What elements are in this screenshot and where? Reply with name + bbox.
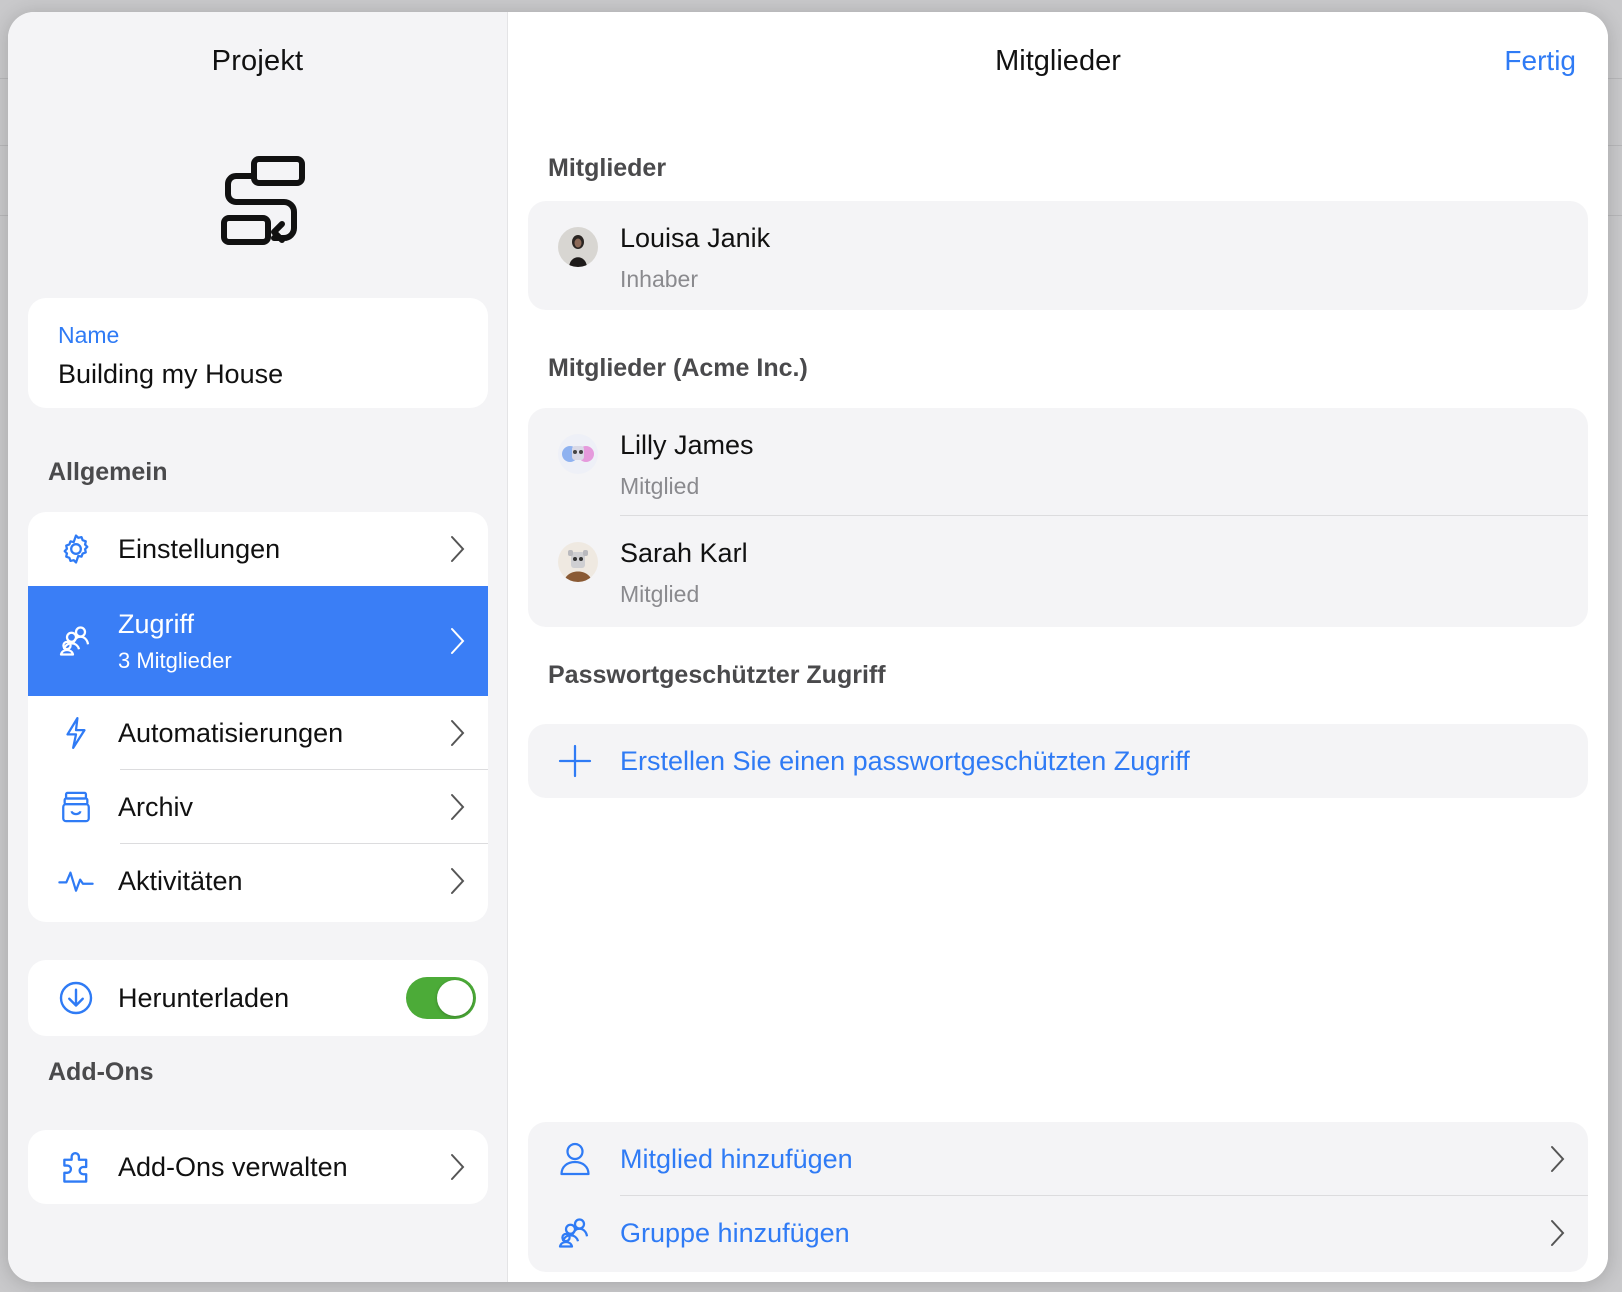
general-settings-list: Einstellungen Zugriff 3 Mitglieder Autom…: [28, 512, 488, 922]
group-icon: [556, 1214, 594, 1252]
sidebar-item-automatisierungen[interactable]: Automatisierungen: [28, 696, 488, 770]
member-row[interactable]: Louisa Janik Inhaber: [528, 201, 1588, 309]
sidebar-item-label: Einstellungen: [118, 533, 281, 564]
archive-icon: [58, 789, 94, 825]
project-sidebar: Projekt Name Building my House Allgemein…: [8, 12, 508, 1282]
acme-section-heading: Mitglieder (Acme Inc.): [548, 354, 808, 382]
member-name: Lilly James: [620, 430, 754, 460]
acme-member-list: Lilly James Mitglied Sarah Karl Mitglied: [528, 408, 1588, 627]
sidebar-title: Projekt: [211, 45, 304, 77]
sidebar-item-label: Automatisierungen: [118, 717, 344, 748]
member-count: 3 Mitglieder: [118, 647, 232, 673]
chevron-right-icon: [451, 536, 465, 562]
project-members-modal: Projekt Name Building my House Allgemein…: [8, 12, 1608, 1282]
password-access-list: Erstellen Sie einen passwortgeschützten …: [528, 724, 1588, 798]
chevron-right-icon: [451, 794, 465, 820]
owners-section-heading: Mitglieder: [548, 154, 667, 182]
download-icon: [58, 980, 94, 1016]
sidebar-item-label: Add-Ons verwalten: [118, 1151, 348, 1182]
addons-list: Add-Ons verwalten: [28, 1130, 488, 1204]
member-role: Mitglied: [620, 473, 700, 499]
password-section-heading: Passwortgeschützter Zugriff: [548, 661, 886, 689]
add-group-button[interactable]: Gruppe hinzufügen: [528, 1196, 1588, 1270]
member-role: Mitglied: [620, 581, 700, 607]
add-actions-list: Mitglied hinzufügen Gruppe hinzufügen: [528, 1122, 1588, 1272]
add-member-label: Mitglied hinzufügen: [620, 1143, 853, 1174]
sidebar-item-zugriff[interactable]: Zugriff 3 Mitglieder: [28, 586, 488, 696]
project-name-field[interactable]: Name Building my House: [28, 298, 488, 408]
sidebar-item-archiv[interactable]: Archiv: [28, 770, 488, 844]
person-icon: [556, 1140, 594, 1178]
download-label: Herunterladen: [118, 982, 290, 1013]
avatar: [558, 542, 598, 582]
gear-icon: [58, 531, 94, 567]
bolt-icon: [58, 715, 94, 751]
sidebar-item-einstellungen[interactable]: Einstellungen: [28, 512, 488, 586]
addons-section-heading: Add-Ons: [48, 1058, 154, 1086]
general-section-heading: Allgemein: [48, 458, 168, 486]
sidebar-item-aktivitaeten[interactable]: Aktivitäten: [28, 844, 488, 918]
project-name-value[interactable]: Building my House: [58, 359, 458, 390]
download-toggle[interactable]: [406, 977, 476, 1019]
chevron-right-icon: [1551, 1220, 1565, 1246]
add-group-label: Gruppe hinzufügen: [620, 1217, 850, 1248]
download-setting: Herunterladen: [28, 960, 488, 1036]
puzzle-icon: [58, 1149, 94, 1185]
sidebar-item-addons[interactable]: Add-Ons verwalten: [28, 1130, 488, 1204]
download-row: Herunterladen: [28, 960, 488, 1036]
avatar: [558, 227, 598, 267]
member-row[interactable]: Lilly James Mitglied: [528, 408, 1588, 516]
members-panel: Mitglieder Fertig Mitglieder Louisa Jani…: [508, 12, 1608, 1282]
add-member-button[interactable]: Mitglied hinzufügen: [528, 1122, 1588, 1196]
avatar: [558, 434, 598, 474]
chevron-right-icon: [451, 1154, 465, 1180]
create-password-access-label: Erstellen Sie einen passwortgeschützten …: [620, 745, 1190, 776]
sidebar-item-label: Zugriff: [118, 608, 195, 639]
panel-title: Mitglieder: [995, 45, 1121, 77]
chevron-right-icon: [451, 868, 465, 894]
done-button[interactable]: Fertig: [1504, 45, 1576, 77]
chevron-right-icon: [451, 720, 465, 746]
toggle-knob: [437, 980, 473, 1016]
group-icon: [58, 623, 94, 659]
member-role: Inhaber: [620, 266, 699, 292]
sidebar-item-label: Archiv: [118, 791, 194, 822]
member-name: Sarah Karl: [620, 538, 748, 568]
create-password-access-button[interactable]: Erstellen Sie einen passwortgeschützten …: [528, 724, 1588, 798]
sidebar-item-label: Aktivitäten: [118, 865, 243, 896]
owner-list: Louisa Janik Inhaber: [528, 201, 1588, 310]
plus-icon: [556, 742, 594, 780]
chevron-right-icon: [1551, 1146, 1565, 1172]
project-icon: [221, 156, 305, 245]
chevron-right-icon: [451, 628, 465, 654]
member-name: Louisa Janik: [620, 223, 771, 253]
activity-icon: [58, 863, 94, 899]
member-row[interactable]: Sarah Karl Mitglied: [528, 516, 1588, 624]
name-label: Name: [58, 322, 120, 348]
